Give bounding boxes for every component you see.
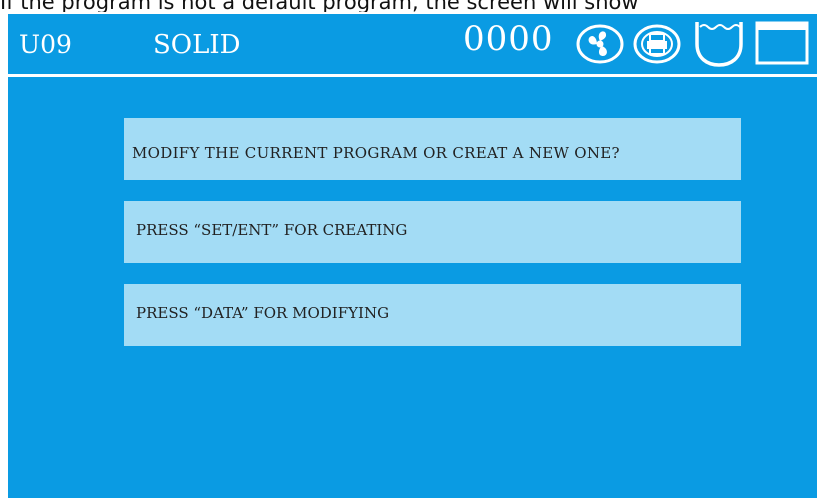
fan-icon xyxy=(575,24,625,68)
bath-icon xyxy=(692,18,746,72)
header-divider xyxy=(8,74,817,77)
counter-display: 0000 xyxy=(463,19,554,59)
modify-instruction: PRESS “DATA” FOR MODIFYING xyxy=(124,284,741,346)
print-icon xyxy=(632,24,682,68)
window-icon xyxy=(755,20,809,70)
mode-label: U09 xyxy=(19,30,72,59)
device-screen: U09 SOLID 0000 MODIFY THE CURRENT PROGRA… xyxy=(8,14,817,498)
status-bar: U09 SOLID 0000 xyxy=(8,14,817,74)
material-label: SOLID xyxy=(153,30,241,60)
create-instruction: PRESS “SET/ENT” FOR CREATING xyxy=(124,201,741,263)
page-caption: If the program is not a default program,… xyxy=(0,0,639,12)
prompt-question: MODIFY THE CURRENT PROGRAM OR CREAT A NE… xyxy=(124,118,741,180)
